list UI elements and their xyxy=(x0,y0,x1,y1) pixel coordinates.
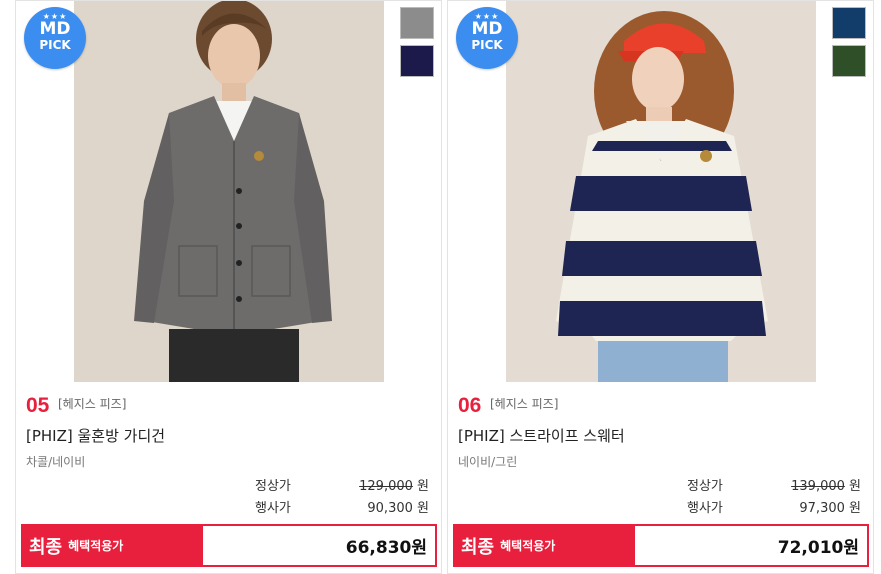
sale-price-amount: 90,300 xyxy=(367,501,413,516)
final-price-label: 최종 혜택적용가 xyxy=(455,526,635,565)
color-swatch-navy[interactable] xyxy=(832,7,866,39)
color-swatch-green[interactable] xyxy=(832,45,866,77)
product-colors: 차콜/네이비 xyxy=(26,455,86,469)
sale-price-value: 97,300 원 xyxy=(767,497,861,516)
final-price-value: 66,830원 xyxy=(345,538,427,558)
final-price-label: 최종 혜택적용가 xyxy=(23,526,203,565)
rank-number: 06 xyxy=(458,394,482,417)
regular-price-label: 정상가 xyxy=(687,479,723,494)
sale-price-amount: 97,300 xyxy=(799,501,845,516)
product-photo-sweater xyxy=(506,1,816,382)
sale-price-unit: 원 xyxy=(417,501,429,516)
regular-price-unit: 원 xyxy=(417,479,429,494)
md-pick-badge: ★★★ MD PICK xyxy=(456,7,518,69)
rank-number: 05 xyxy=(26,394,50,417)
sale-price-value: 90,300 원 xyxy=(335,497,429,516)
sale-price-row: 행사가 97,300 원 xyxy=(687,497,861,516)
badge-md-text: MD xyxy=(471,19,503,39)
product-card[interactable]: ★★★ MD PICK 06 [헤지스 피즈] [PHIZ] 스트라이프 스웨터… xyxy=(447,0,874,574)
product-name[interactable]: [PHIZ] 스트라이프 스웨터 xyxy=(458,425,625,446)
final-label-sub: 혜택적용가 xyxy=(68,539,124,553)
sale-price-row: 행사가 90,300 원 xyxy=(255,497,429,516)
regular-price-unit: 원 xyxy=(849,479,861,494)
final-label-main: 최종 xyxy=(29,536,63,558)
final-price-value: 72,010원 xyxy=(777,538,859,558)
product-card[interactable]: ★★★ MD PICK 05 [헤지스 피즈] [PHIZ] 울혼방 가디건 차… xyxy=(15,0,442,574)
regular-price-value: 139,000 원 xyxy=(767,475,861,494)
color-swatch-navy[interactable] xyxy=(400,45,434,77)
regular-price-row: 정상가 139,000 원 xyxy=(687,475,861,494)
sale-price-label: 행사가 xyxy=(687,501,723,516)
color-swatch-charcoal[interactable] xyxy=(400,7,434,39)
final-label-main: 최종 xyxy=(461,536,495,558)
final-price-box: 최종 혜택적용가 72,010원 xyxy=(453,524,869,567)
product-image[interactable] xyxy=(506,1,816,382)
regular-price-row: 정상가 129,000 원 xyxy=(255,475,429,494)
brand-name[interactable]: [헤지스 피즈] xyxy=(58,395,126,412)
badge-pick-text: PICK xyxy=(471,38,503,52)
regular-price-value: 129,000 원 xyxy=(335,475,429,494)
sale-price-unit: 원 xyxy=(849,501,861,516)
badge-pick-text: PICK xyxy=(39,38,71,52)
badge-md-text: MD xyxy=(39,19,71,39)
product-name[interactable]: [PHIZ] 울혼방 가디건 xyxy=(26,425,165,446)
product-colors: 네이비/그린 xyxy=(458,455,518,469)
sale-price-label: 행사가 xyxy=(255,501,291,516)
md-pick-badge: ★★★ MD PICK xyxy=(24,7,86,69)
final-price-box: 최종 혜택적용가 66,830원 xyxy=(21,524,437,567)
product-image[interactable] xyxy=(74,1,384,382)
regular-price-amount: 129,000 xyxy=(359,479,413,494)
regular-price-label: 정상가 xyxy=(255,479,291,494)
brand-name[interactable]: [헤지스 피즈] xyxy=(490,395,558,412)
product-photo-cardigan xyxy=(74,1,384,382)
final-label-sub: 혜택적용가 xyxy=(500,539,556,553)
regular-price-amount: 139,000 xyxy=(791,479,845,494)
